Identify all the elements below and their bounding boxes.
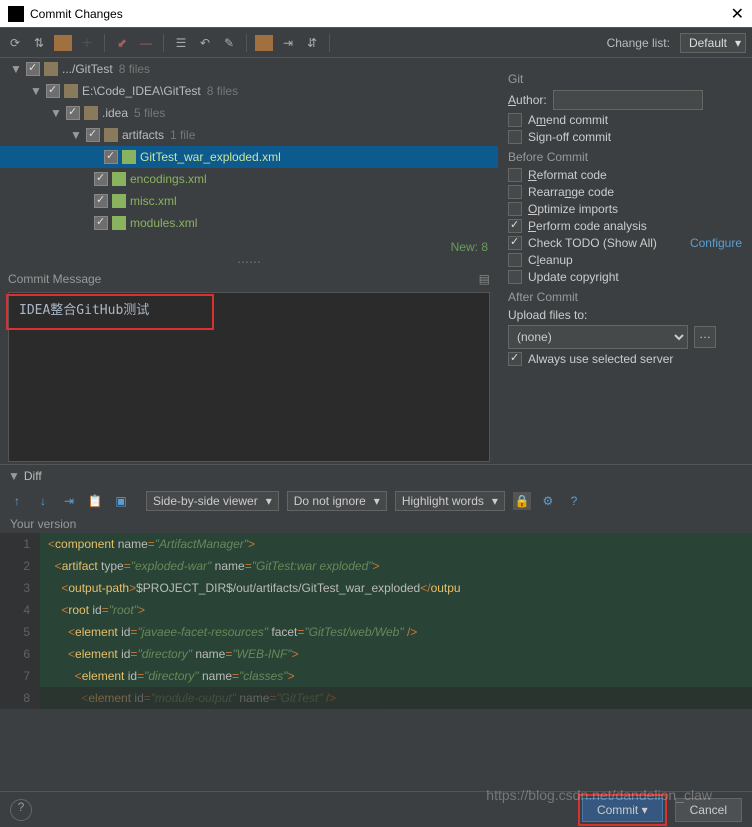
changelist-label: Change list: (607, 36, 670, 50)
your-version-label: Your version (0, 515, 752, 533)
analysis-checkbox[interactable] (508, 219, 522, 233)
prev-diff-icon[interactable]: ↑ (8, 494, 26, 508)
diff-icon[interactable] (54, 35, 72, 51)
next-diff-icon[interactable]: ↓ (34, 494, 52, 508)
tree-item[interactable]: ▼artifacts1 file (0, 124, 498, 146)
tree-file[interactable]: misc.xml (0, 190, 498, 212)
ignore-select[interactable]: Do not ignore (287, 491, 387, 511)
upload-label: Upload files to: (508, 308, 587, 322)
commit-message-label: Commit Message (8, 272, 101, 286)
tree-file[interactable]: vcs.xml (0, 234, 498, 238)
before-commit-title: Before Commit (508, 150, 742, 164)
signoff-checkbox[interactable] (508, 130, 522, 144)
top-toolbar: ⟳ ⇅ ＋ ⬋ — ☰ ↶ ✎ ⇥ ⇵ Change list: Default (0, 28, 752, 58)
upload-browse-button[interactable]: … (694, 326, 716, 348)
expand-icon[interactable] (255, 35, 273, 51)
todo-checkbox[interactable] (508, 236, 522, 250)
app-icon (8, 6, 24, 22)
diff-label[interactable]: Diff (24, 469, 42, 483)
changelist-combo[interactable]: Default (680, 33, 746, 53)
optimize-checkbox[interactable] (508, 202, 522, 216)
amend-checkbox[interactable] (508, 113, 522, 127)
tree-file[interactable]: modules.xml (0, 212, 498, 234)
collapse-icon[interactable]: ⇥ (279, 34, 297, 52)
tree-item[interactable]: ▼.idea5 files (0, 102, 498, 124)
upload-select[interactable]: (none) (508, 325, 688, 349)
help-button[interactable]: ? (10, 799, 32, 821)
cleanup-checkbox[interactable] (508, 253, 522, 267)
gear-icon[interactable]: ⚙ (539, 494, 557, 508)
filter-icon[interactable]: ⇵ (303, 34, 321, 52)
copyright-checkbox[interactable] (508, 270, 522, 284)
tree-root[interactable]: ▼.../GitTest8 files (0, 58, 498, 80)
window-title: Commit Changes (30, 7, 731, 21)
rearrange-checkbox[interactable] (508, 185, 522, 199)
sync-icon[interactable]: ⇅ (30, 34, 48, 52)
splitter[interactable]: ⋯⋯ (0, 256, 498, 268)
git-section-title: Git (508, 72, 742, 86)
reformat-checkbox[interactable] (508, 168, 522, 182)
always-server-checkbox[interactable] (508, 352, 522, 366)
help-icon[interactable]: ? (565, 494, 583, 508)
lock-icon[interactable]: 🔒 (513, 492, 531, 510)
new-files-count: New: 8 (0, 238, 498, 256)
add-icon[interactable]: ＋ (78, 34, 96, 52)
tree-file[interactable]: encodings.xml (0, 168, 498, 190)
tree-file-selected[interactable]: GitTest_war_exploded.xml (0, 146, 498, 168)
diff-editor[interactable]: 1<component name="ArtifactManager"> 2 <a… (0, 533, 752, 709)
undo-icon[interactable]: ↶ (196, 34, 214, 52)
close-icon[interactable]: ✕ (731, 4, 744, 24)
watermark: https://blog.csdn.net/dandelion_claw (486, 787, 712, 803)
remove-icon[interactable]: — (137, 34, 155, 52)
revert-icon[interactable]: ⬋ (113, 34, 131, 52)
refresh-icon[interactable]: ⟳ (6, 34, 24, 52)
group-icon[interactable]: ☰ (172, 34, 190, 52)
file-tree[interactable]: ▼.../GitTest8 files ▼E:\Code_IDEA\GitTes… (0, 58, 498, 238)
history-icon[interactable]: ▤ (479, 272, 490, 286)
configure-link[interactable]: Configure (690, 236, 742, 250)
edit-icon[interactable]: ✎ (220, 34, 238, 52)
highlight-select[interactable]: Highlight words (395, 491, 505, 511)
after-commit-title: After Commit (508, 290, 742, 304)
clipboard-icon[interactable]: 📋 (86, 494, 104, 508)
jump-icon[interactable]: ⇥ (60, 494, 78, 508)
author-input[interactable] (553, 90, 703, 110)
external-icon[interactable]: ▣ (112, 494, 130, 508)
author-label: Author: (508, 93, 547, 107)
viewer-mode-select[interactable]: Side-by-side viewer (146, 491, 279, 511)
tree-item[interactable]: ▼E:\Code_IDEA\GitTest8 files (0, 80, 498, 102)
